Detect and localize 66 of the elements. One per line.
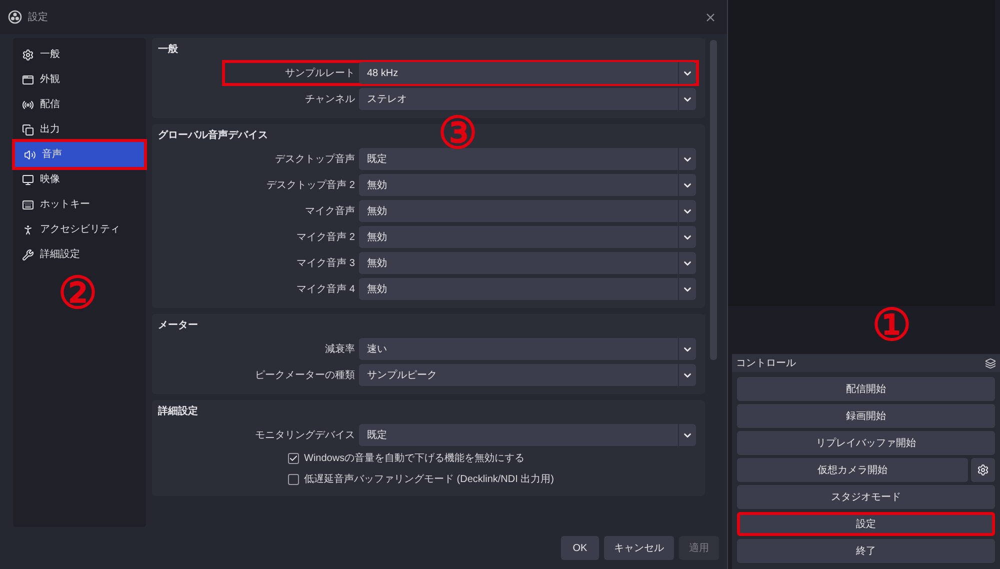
person-icon [22,224,34,236]
control-button[interactable]: 録画開始 [737,404,995,428]
field-label: チャンネル [304,92,356,106]
dialog-button[interactable]: キャンセル [604,536,674,560]
dropdown-field[interactable]: 無効 [359,174,696,196]
speaker-icon [24,148,36,160]
sidebar-item[interactable]: 音声 [15,142,144,167]
output-icon [22,124,34,136]
control-button[interactable]: スタジオモード [737,485,995,509]
field-label: マイク音声 3 [296,256,356,270]
field-label: デスクトップ音声 2 [266,178,356,192]
dropdown-field[interactable]: 既定 [359,424,696,446]
field-label: マイク音声 [304,204,356,218]
monitor-icon [22,174,34,186]
checkbox[interactable] [288,453,299,464]
control-button[interactable]: 設定 [737,512,995,536]
group-title: 詳細設定 [158,404,198,418]
field-label: モニタリングデバイス [254,428,356,442]
dialog-button[interactable]: OK [561,536,599,560]
dropdown-field[interactable]: 無効 [359,278,696,300]
sidebar-item[interactable]: 外観 [13,67,146,92]
checkbox-label: Windowsの音量を自動で下げる機能を無効にする [304,452,525,466]
tools-icon [22,248,34,260]
dropdown-field[interactable]: ステレオ [359,88,696,110]
field-label: デスクトップ音声 [274,152,356,166]
dropdown-field[interactable]: サンプルピーク [359,364,696,386]
sidebar-item[interactable]: 出力 [13,117,146,142]
control-button[interactable]: 仮想カメラ開始 [737,458,968,482]
sidebar-item[interactable]: ホットキー [13,192,146,217]
settings-icon [977,464,989,476]
field-label: ピークメーターの種類 [254,368,356,382]
group-title: グローバル音声デバイス [158,128,268,142]
dropdown-field[interactable]: 無効 [359,200,696,222]
keyboard-icon [22,198,34,210]
window-icon [22,74,34,86]
checkbox-label: 低遅延音声バッファリングモード (Decklink/NDI 出力用) [304,472,554,487]
field-label: マイク音声 4 [296,282,356,296]
settings-button[interactable] [971,458,995,482]
dropdown-field[interactable]: 48 kHz [359,62,696,84]
panel-title: コントロール [736,356,797,370]
dropdown-field[interactable]: 速い [359,338,696,360]
sidebar-item[interactable]: 詳細設定 [13,242,146,267]
scrollbar[interactable] [710,40,717,360]
dropdown-field[interactable]: 既定 [359,148,696,170]
group-title: メーター [158,318,198,332]
sidebar-item[interactable]: 映像 [13,167,146,192]
annotation-number: ② [58,272,97,316]
field-label: マイク音声 2 [296,230,356,244]
antenna-icon [22,98,34,110]
close-icon[interactable] [706,12,715,22]
sidebar-item[interactable]: 一般 [13,42,146,67]
window-title: 設定 [28,10,48,24]
gear-icon [22,48,34,60]
checkbox[interactable] [288,474,299,485]
control-button[interactable]: リプレイバッファ開始 [737,431,995,455]
control-button[interactable]: 配信開始 [737,377,995,401]
dropdown-field[interactable]: 無効 [359,252,696,274]
dropdown-field[interactable]: 無効 [359,226,696,248]
field-label: 減衰率 [324,342,356,356]
control-button[interactable]: 終了 [737,539,995,563]
sidebar-item[interactable]: アクセシビリティ [13,217,146,242]
group-title: 一般 [158,42,178,56]
sidebar-item[interactable]: 配信 [13,92,146,117]
annotation-number: ① [872,304,911,348]
field-label: サンプルレート [284,66,356,80]
app-logo-icon [8,10,22,24]
